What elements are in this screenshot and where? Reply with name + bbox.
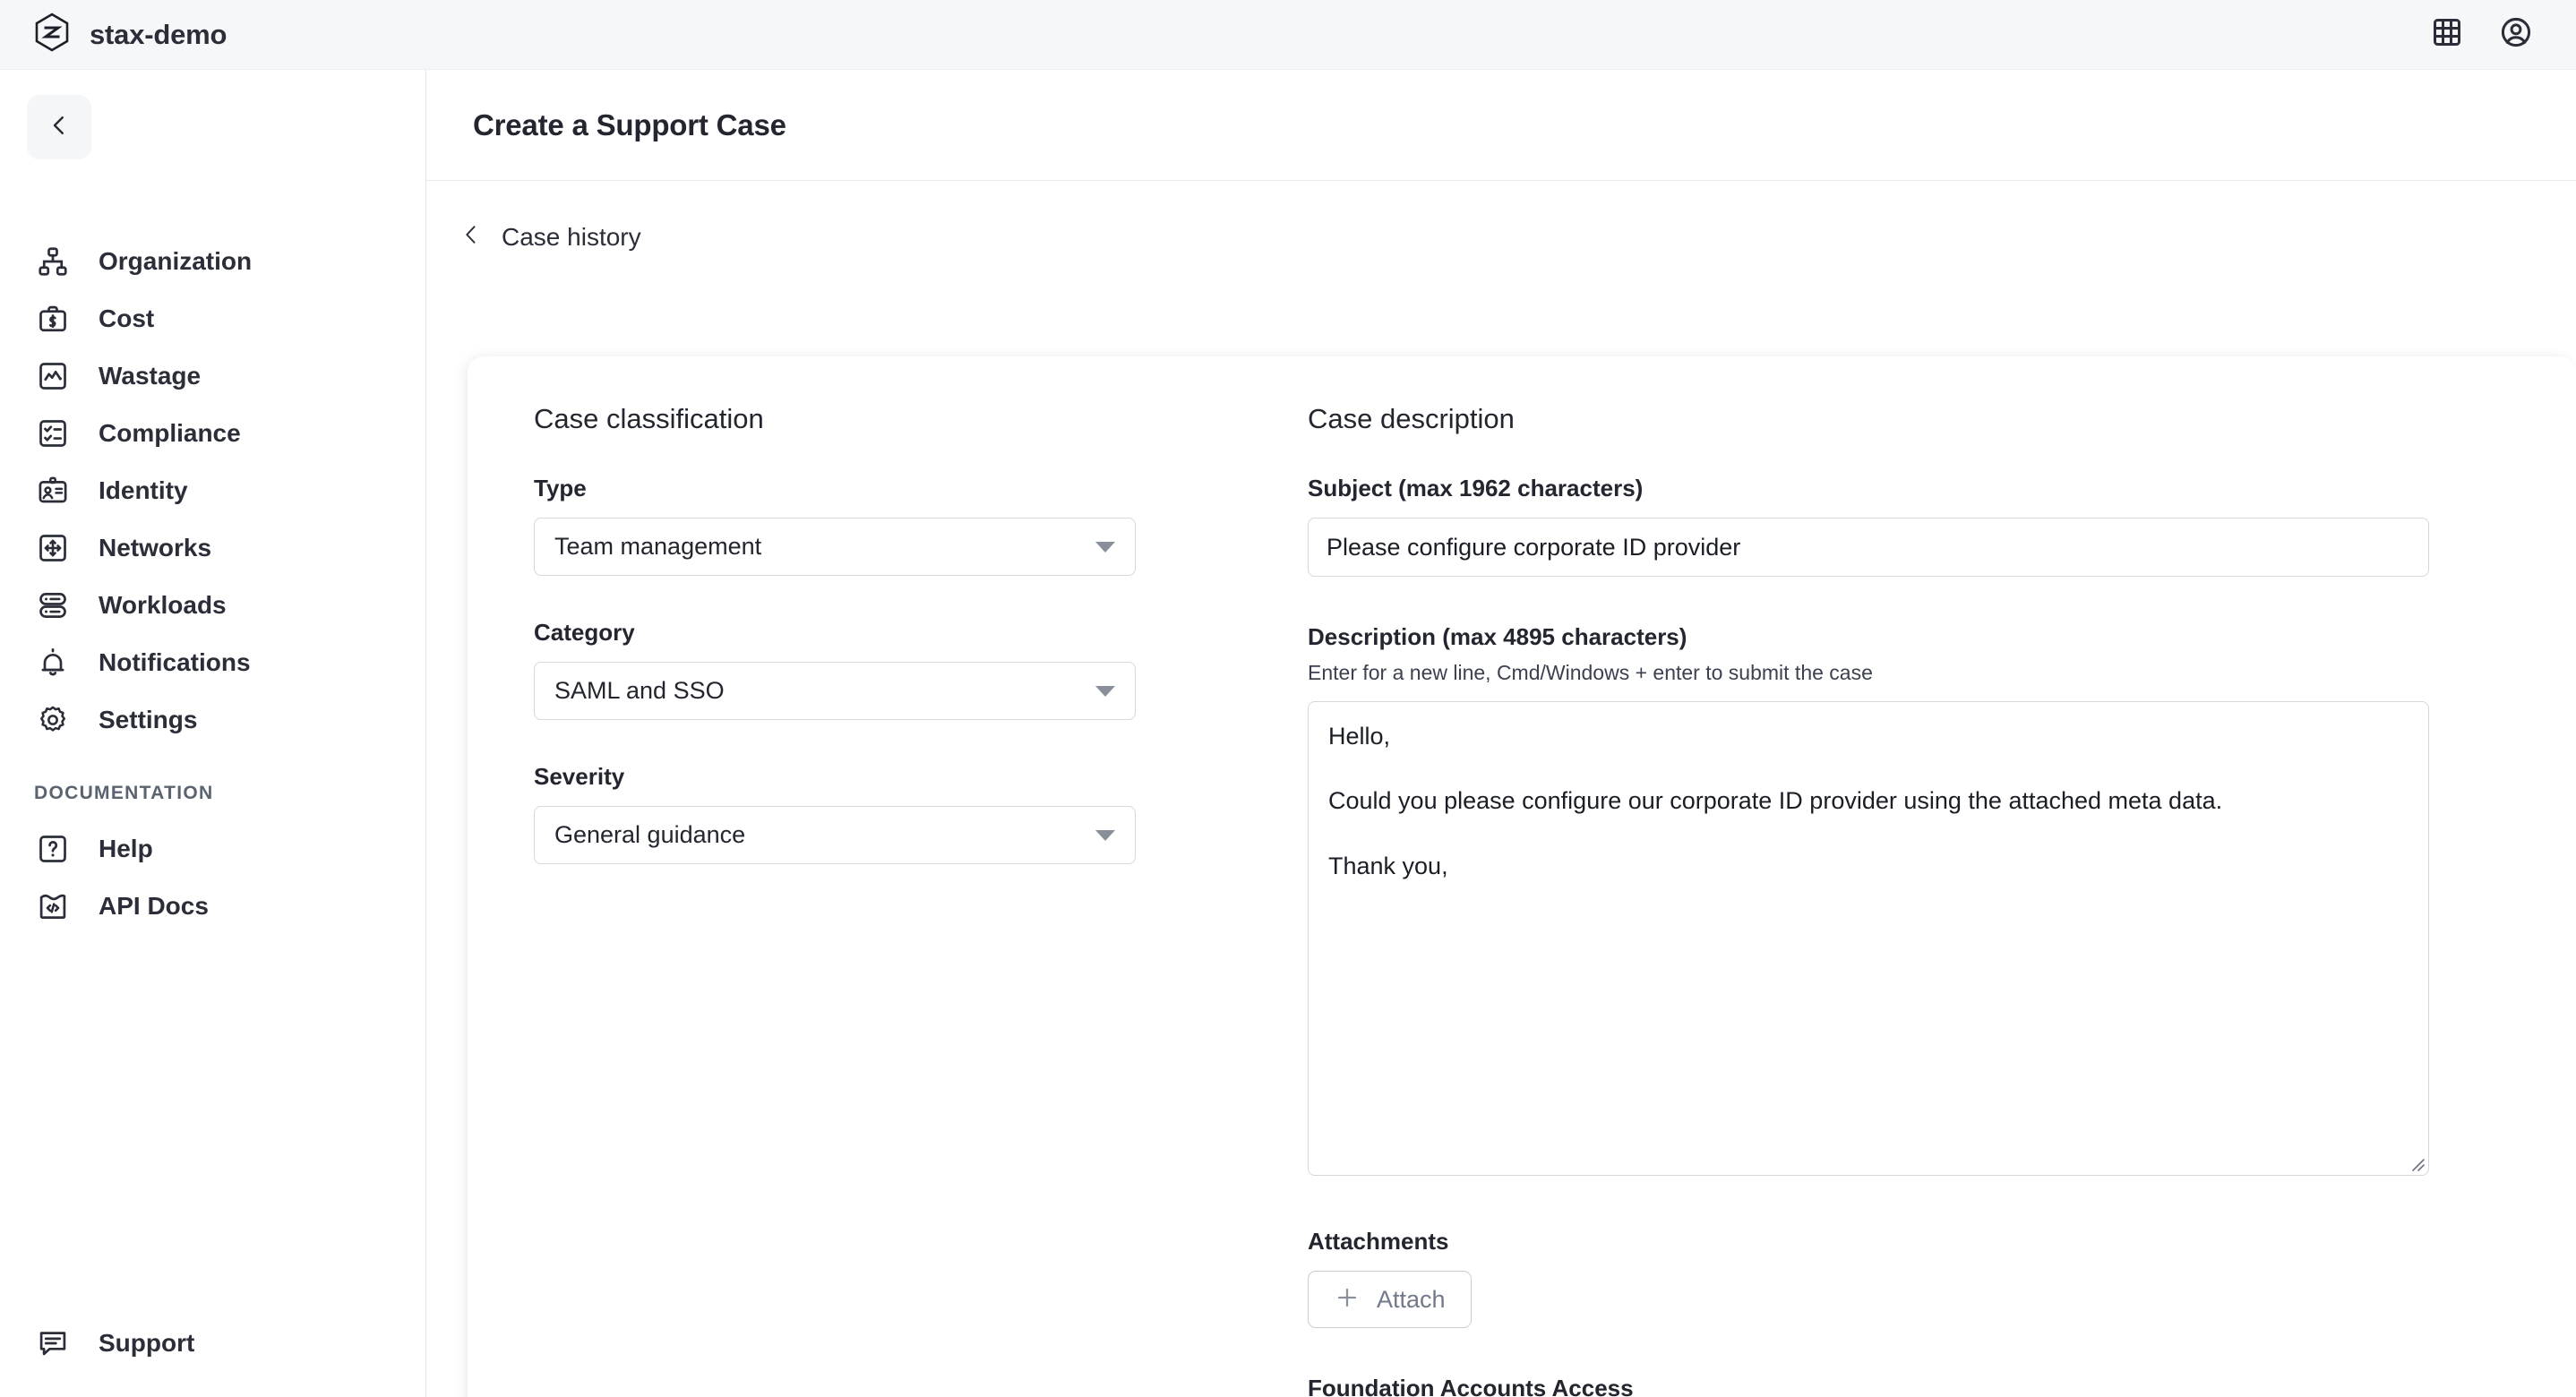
sidebar-item-organization[interactable]: Organization: [0, 233, 426, 290]
sidebar-item-identity[interactable]: Identity: [0, 462, 426, 519]
chevron-left-icon: [459, 222, 484, 252]
sidebar-item-label: Notifications: [99, 648, 251, 676]
sidebar-item-label: Wastage: [99, 362, 202, 390]
back-link-label: Case history: [502, 222, 641, 251]
briefcase-dollar-icon: [34, 300, 72, 338]
severity-select-value: General guidance: [554, 821, 746, 848]
description-textarea-wrapper: [1308, 701, 2429, 1176]
sidebar-item-wastage[interactable]: Wastage: [0, 347, 426, 405]
case-description-title: Case description: [1308, 403, 1515, 434]
category-label: Category: [534, 619, 635, 646]
sidebar-item-label: Identity: [99, 476, 188, 504]
case-classification-title: Case classification: [534, 403, 764, 434]
sidebar-item-settings[interactable]: Settings: [0, 691, 426, 749]
type-select-value: Team management: [554, 533, 762, 560]
page-header: Create a Support Case: [426, 70, 2576, 181]
brand-name: stax-demo: [90, 18, 228, 50]
sidebar-collapse-button[interactable]: [27, 95, 91, 159]
sidebar-nav: Organization Cost Wastage Compliance Ide…: [0, 233, 426, 935]
stax-hexagon-logo-icon: [34, 13, 70, 56]
type-label: Type: [534, 475, 587, 501]
description-hint: Enter for a new line, Cmd/Windows + ente…: [1308, 661, 1873, 684]
attach-button-label: Attach: [1377, 1285, 1446, 1313]
description-textarea[interactable]: [1308, 701, 2429, 1176]
attach-button[interactable]: Attach: [1308, 1271, 1472, 1328]
sidebar-item-api-docs[interactable]: API Docs: [0, 878, 426, 935]
chevron-down-icon: [1095, 685, 1115, 697]
sidebar-item-workloads[interactable]: Workloads: [0, 577, 426, 634]
question-square-icon: [34, 830, 72, 868]
grid-apps-icon[interactable]: [2431, 16, 2463, 53]
top-bar-actions: [2431, 15, 2576, 54]
subject-input[interactable]: [1308, 518, 2429, 577]
sidebar-item-notifications[interactable]: Notifications: [0, 634, 426, 691]
sidebar-item-label: Support: [99, 1329, 195, 1357]
plus-icon: [1334, 1284, 1361, 1316]
back-to-case-history-link[interactable]: Case history: [426, 181, 641, 252]
type-select[interactable]: Team management: [534, 518, 1136, 576]
sidebar-item-label: Cost: [99, 304, 155, 332]
sidebar-item-label: Organization: [99, 247, 253, 275]
sidebar-item-label: Settings: [99, 706, 198, 733]
sidebar-item-label: Compliance: [99, 419, 241, 447]
top-bar: stax-demo: [0, 0, 2576, 70]
arrows-move-square-icon: [34, 529, 72, 567]
sidebar-section-documentation: DOCUMENTATION: [34, 783, 214, 803]
chart-line-square-icon: [34, 357, 72, 395]
category-select[interactable]: SAML and SSO: [534, 662, 1136, 720]
app-root: stax-demo Organization Cost Wastage Comp…: [0, 0, 2576, 1397]
severity-select[interactable]: General guidance: [534, 806, 1136, 864]
support-case-form-card: Case classification Type Team management…: [468, 356, 2576, 1397]
org-chart-icon: [34, 243, 72, 280]
sidebar-item-support[interactable]: Support: [0, 1315, 426, 1372]
foundation-accounts-access-title: Foundation Accounts Access: [1308, 1375, 1634, 1397]
subject-label: Subject (max 1962 characters): [1308, 475, 1644, 501]
server-stack-icon: [34, 587, 72, 624]
brand[interactable]: stax-demo: [0, 13, 227, 56]
user-account-icon[interactable]: [2499, 15, 2533, 54]
speech-bubble-icon: [34, 1324, 72, 1362]
page-title: Create a Support Case: [473, 107, 786, 141]
sidebar-item-compliance[interactable]: Compliance: [0, 405, 426, 462]
checklist-square-icon: [34, 415, 72, 452]
chevron-down-icon: [1095, 541, 1115, 553]
id-badge-icon: [34, 472, 72, 510]
attachments-label: Attachments: [1308, 1228, 1449, 1255]
sidebar-item-label: Networks: [99, 534, 212, 561]
description-label: Description (max 4895 characters): [1308, 623, 1687, 650]
sidebar-item-label: Help: [99, 835, 153, 862]
case-description-column: Case description Subject (max 1962 chara…: [1308, 403, 2510, 1397]
category-select-value: SAML and SSO: [554, 677, 725, 704]
sidebar-item-networks[interactable]: Networks: [0, 519, 426, 577]
sidebar: Organization Cost Wastage Compliance Ide…: [0, 70, 426, 1397]
case-classification-column: Case classification Type Team management…: [534, 403, 1222, 1397]
chevron-down-icon: [1095, 829, 1115, 841]
gear-icon: [34, 701, 72, 739]
sidebar-item-label: API Docs: [99, 892, 209, 920]
chevron-left-icon: [46, 112, 73, 143]
sidebar-item-help[interactable]: Help: [0, 820, 426, 878]
bell-icon: [34, 644, 72, 681]
sidebar-item-label: Workloads: [99, 591, 227, 619]
sidebar-item-cost[interactable]: Cost: [0, 290, 426, 347]
main-content: Create a Support Case Case history Case …: [426, 70, 2576, 1397]
code-flag-icon: [34, 887, 72, 925]
severity-label: Severity: [534, 763, 625, 790]
